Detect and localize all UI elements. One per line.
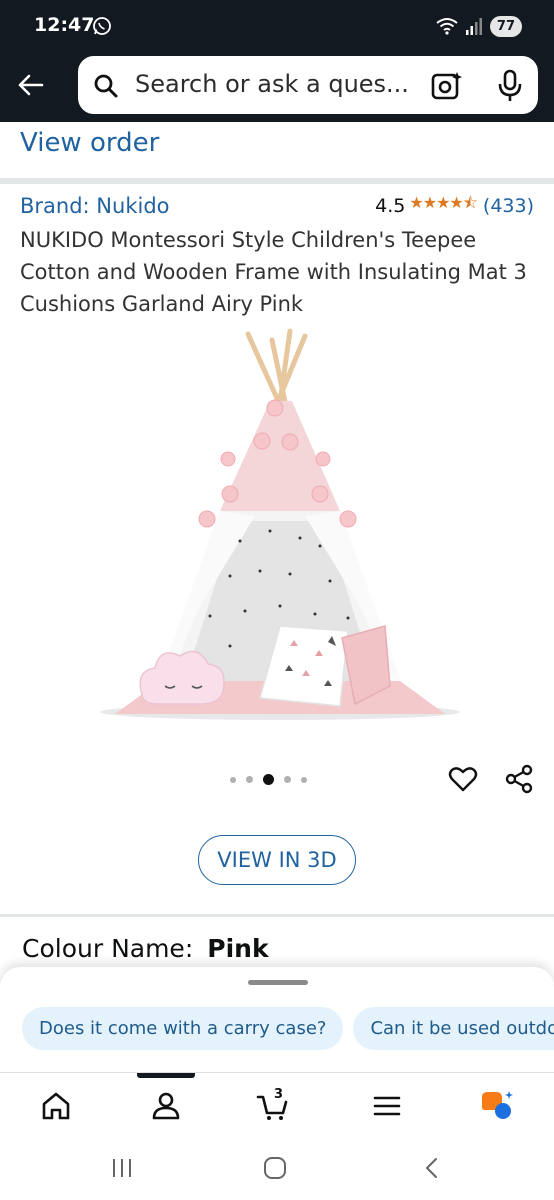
search-icon	[94, 74, 118, 98]
home-icon[interactable]	[39, 1089, 73, 1123]
camera-lens-icon[interactable]	[431, 71, 463, 101]
view-order-link[interactable]: View order	[20, 128, 159, 158]
suggestion-chip[interactable]: Does it come with a carry case?	[22, 1007, 344, 1050]
recent-apps-icon[interactable]	[110, 1157, 134, 1179]
section-divider	[0, 914, 554, 917]
rating-summary[interactable]: 4.5 ★★★★⯪ (433)	[375, 192, 534, 219]
search-header: Search or ask a ques...	[0, 52, 554, 122]
carousel-dot[interactable]	[230, 776, 236, 783]
cart-count-badge: 3	[274, 1087, 284, 1102]
rating-value: 4.5	[375, 194, 406, 217]
wifi-icon	[436, 18, 458, 35]
carousel-dot[interactable]	[246, 776, 253, 783]
suggestion-chips: Does it come with a carry case? Can it b…	[22, 1007, 554, 1050]
home-button-icon[interactable]	[263, 1157, 287, 1179]
carousel-dot-active[interactable]	[263, 774, 274, 785]
battery-indicator: 77	[489, 15, 522, 37]
share-icon[interactable]	[504, 764, 534, 794]
menu-icon[interactable]	[370, 1089, 404, 1123]
bottom-navigation: 3	[0, 1072, 554, 1138]
sheet-drag-handle[interactable]	[248, 980, 308, 985]
product-title: NUKIDO Montessori Style Children's Teepe…	[20, 228, 527, 316]
image-carousel-dots[interactable]	[230, 774, 307, 785]
review-count[interactable]: (433)	[483, 195, 534, 217]
section-divider	[0, 178, 554, 184]
back-arrow-icon[interactable]	[14, 68, 48, 102]
whatsapp-icon	[93, 17, 111, 35]
wishlist-heart-icon[interactable]	[448, 764, 478, 794]
cart-icon[interactable]	[256, 1089, 290, 1123]
system-navigation-bar	[0, 1138, 554, 1200]
search-placeholder: Search or ask a ques...	[135, 70, 409, 98]
active-tab-indicator	[137, 1073, 195, 1078]
product-image[interactable]	[80, 326, 480, 726]
view-in-3d-button[interactable]: VIEW IN 3D	[198, 835, 356, 885]
status-bar: 12:47 77	[0, 0, 554, 52]
star-rating-icon: ★★★★⯪	[409, 193, 478, 212]
search-input[interactable]: Search or ask a ques...	[78, 56, 538, 114]
colour-selection: Colour Name: Pink	[22, 934, 269, 963]
rufus-assistant-icon[interactable]	[480, 1089, 514, 1123]
colour-label: Colour Name:	[22, 934, 194, 963]
signal-icon	[465, 18, 482, 35]
carousel-dot[interactable]	[284, 776, 291, 783]
ask-suggestions-sheet: Does it come with a carry case? Can it b…	[0, 967, 554, 1077]
microphone-icon[interactable]	[497, 69, 523, 103]
carousel-dot[interactable]	[301, 776, 307, 783]
back-button-icon[interactable]	[420, 1157, 444, 1179]
colour-value: Pink	[207, 934, 269, 963]
suggestion-chip[interactable]: Can it be used outdoors?	[353, 1007, 554, 1050]
status-time: 12:47	[34, 14, 95, 36]
account-icon[interactable]	[149, 1089, 183, 1123]
brand-link[interactable]: Brand: Nukido	[20, 194, 170, 218]
